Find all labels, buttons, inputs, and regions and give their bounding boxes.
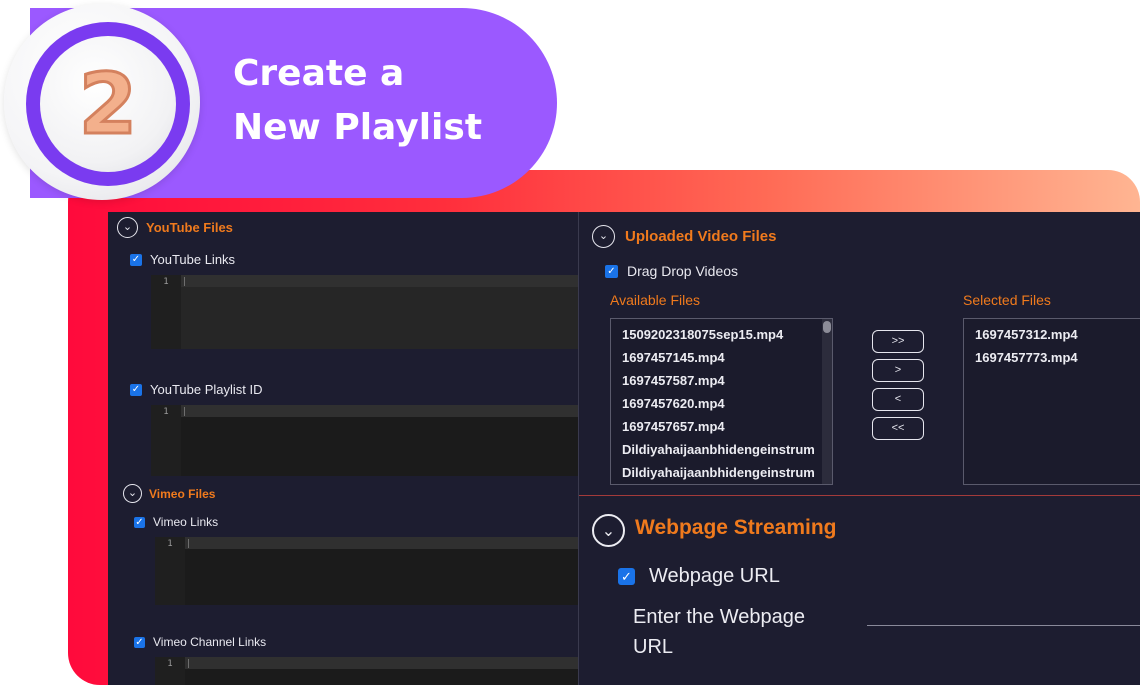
- active-line: [181, 405, 578, 417]
- text-caret: [188, 659, 189, 668]
- move-all-right-button[interactable]: >>: [872, 330, 924, 353]
- section-divider: [579, 495, 1140, 496]
- enter-url-label-line1: Enter the Webpage: [633, 606, 805, 628]
- list-item[interactable]: 1697457773.mp4: [975, 348, 1140, 371]
- webpage-url-label: Webpage URL: [649, 565, 780, 587]
- vimeo-channel-checkbox[interactable]: ✓: [134, 636, 145, 648]
- drag-drop-option[interactable]: ✓ Drag Drop Videos: [605, 263, 738, 279]
- vimeo-links-label: Vimeo Links: [153, 515, 219, 529]
- line-number: 1: [151, 405, 181, 476]
- line-number: 1: [151, 275, 181, 349]
- youtube-playlist-editor[interactable]: 1: [151, 405, 578, 476]
- chevron-down-icon[interactable]: ⌄: [592, 225, 615, 248]
- available-files-list[interactable]: 1509202318075sep15.mp4 1697457145.mp4 16…: [610, 318, 833, 485]
- list-item[interactable]: Dildiyahaijaanbhidengeinstrum: [622, 463, 832, 484]
- chevron-down-icon[interactable]: ⌄: [592, 514, 625, 547]
- chevron-down-icon[interactable]: ⌄: [123, 484, 142, 503]
- vimeo-links-checkbox[interactable]: ✓: [134, 516, 145, 528]
- list-item[interactable]: 1697457657.mp4: [622, 417, 832, 440]
- move-right-button[interactable]: >: [872, 359, 924, 382]
- selected-files-label: Selected Files: [963, 292, 1051, 308]
- banner-title: Create a New Playlist: [233, 47, 533, 155]
- text-caret: [184, 407, 185, 416]
- drag-drop-checkbox[interactable]: ✓: [605, 264, 618, 278]
- text-caret: [188, 539, 189, 548]
- list-item[interactable]: 1509202318075sep15.mp4: [622, 325, 832, 348]
- list-item[interactable]: 1697457145.mp4: [622, 348, 832, 371]
- webpage-url-checkbox[interactable]: ✓: [618, 568, 635, 585]
- youtube-links-checkbox[interactable]: ✓: [130, 253, 142, 266]
- list-item[interactable]: 1697457312.mp4: [975, 325, 1140, 348]
- banner-title-line2: New Playlist: [233, 107, 483, 148]
- text-caret: [184, 277, 185, 286]
- vimeo-section-title: Vimeo Files: [149, 486, 216, 501]
- step-number: 2: [77, 55, 138, 153]
- scrollbar[interactable]: [822, 319, 832, 484]
- enter-url-label-line2: URL: [633, 636, 674, 658]
- vimeo-links-editor[interactable]: 1: [155, 537, 578, 605]
- uploaded-section-title: Uploaded Video Files: [625, 228, 777, 245]
- line-number: 1: [155, 537, 185, 605]
- editor-body[interactable]: [181, 287, 578, 349]
- youtube-links-option[interactable]: ✓ YouTube Links: [130, 252, 235, 267]
- active-line: [181, 275, 578, 287]
- webpage-section-title: Webpage Streaming: [635, 516, 837, 539]
- editor-body[interactable]: [185, 669, 578, 685]
- enter-url-label: Enter the Webpage URL: [633, 602, 805, 662]
- list-item[interactable]: 1697457587.mp4: [622, 371, 832, 394]
- youtube-section-title: YouTube Files: [146, 220, 233, 235]
- uploaded-section-header[interactable]: ⌄ Uploaded Video Files: [592, 225, 776, 248]
- chevron-down-icon[interactable]: ⌄: [117, 217, 138, 238]
- vimeo-channel-label: Vimeo Channel Links: [153, 635, 267, 649]
- list-item[interactable]: Dildiyahaijaanbhidengeinstrum: [622, 440, 832, 463]
- banner-title-line1: Create a: [233, 53, 405, 94]
- active-line: [185, 657, 578, 669]
- youtube-playlist-label: YouTube Playlist ID: [150, 382, 263, 397]
- youtube-playlist-checkbox[interactable]: ✓: [130, 383, 142, 396]
- column-divider: [578, 212, 579, 685]
- vimeo-channel-option[interactable]: ✓ Vimeo Channel Links: [134, 635, 266, 649]
- vimeo-section-header[interactable]: ⌄ Vimeo Files: [123, 484, 215, 503]
- drag-drop-label: Drag Drop Videos: [627, 263, 739, 279]
- step-badge-inner: 2: [40, 36, 176, 172]
- vimeo-channel-editor[interactable]: 1: [155, 657, 578, 685]
- scrollbar-thumb[interactable]: [823, 321, 831, 333]
- youtube-links-editor[interactable]: 1: [151, 275, 578, 349]
- active-line: [185, 537, 578, 549]
- webpage-url-input[interactable]: [867, 625, 1140, 626]
- available-files-label: Available Files: [610, 292, 701, 308]
- move-all-left-button[interactable]: <<: [872, 417, 924, 440]
- line-number: 1: [155, 657, 185, 685]
- youtube-playlist-option[interactable]: ✓ YouTube Playlist ID: [130, 382, 263, 397]
- editor-body[interactable]: [185, 549, 578, 605]
- move-left-button[interactable]: <: [872, 388, 924, 411]
- selected-files-list[interactable]: 1697457312.mp4 1697457773.mp4: [963, 318, 1140, 485]
- editor-body[interactable]: [181, 417, 578, 476]
- youtube-section-header[interactable]: ⌄ YouTube Files: [117, 217, 233, 238]
- webpage-url-option[interactable]: ✓ Webpage URL: [618, 565, 780, 588]
- vimeo-links-option[interactable]: ✓ Vimeo Links: [134, 515, 218, 529]
- playlist-panel: ⌄ YouTube Files ✓ YouTube Links 1 ✓ YouT…: [108, 212, 1140, 685]
- list-item[interactable]: 1697457620.mp4: [622, 394, 832, 417]
- step-badge: 2: [4, 4, 200, 200]
- youtube-links-label: YouTube Links: [150, 252, 236, 267]
